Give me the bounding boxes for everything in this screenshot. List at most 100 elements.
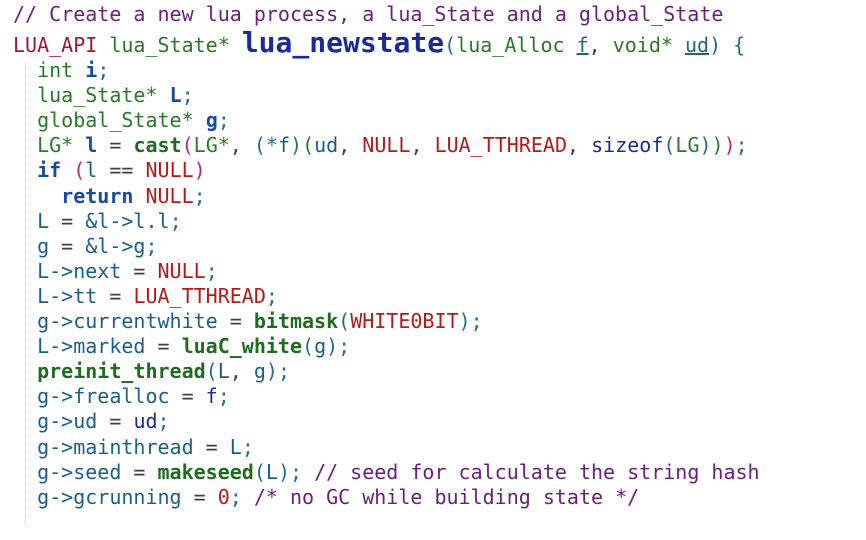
code-token-op: = <box>169 384 206 409</box>
code-line[interactable]: L->next = NULL; <box>13 259 866 284</box>
code-token-member: g->mainthread <box>37 434 194 459</box>
code-token-op <box>13 384 37 408</box>
code-token-op: , <box>338 133 363 158</box>
code-token-punct: ; <box>169 208 182 233</box>
code-token-op: , <box>410 133 435 158</box>
code-line[interactable]: global_State* g; <box>13 108 866 133</box>
code-token-punct: ( <box>663 133 676 158</box>
code-line[interactable]: lua_State* L; <box>13 83 866 108</box>
code-line[interactable]: L->marked = luaC_white(g); <box>13 334 866 359</box>
code-token-op <box>673 33 685 57</box>
code-token-ident: f <box>205 384 218 409</box>
code-token-punct: ( <box>205 359 218 384</box>
code-token-call: bitmask <box>253 309 339 334</box>
code-token-comment: // Create a new lua process, a lua_State… <box>13 2 724 26</box>
code-token-op: = <box>217 309 254 334</box>
code-token-op: = <box>193 434 230 459</box>
code-token-punct: ; <box>265 283 278 308</box>
code-token-op <box>13 284 37 308</box>
code-token-call: luaC_white <box>181 334 303 359</box>
code-token-paren2: ) <box>711 133 724 158</box>
code-token-punct: ; <box>145 233 158 258</box>
code-token-punct: ( <box>302 334 315 359</box>
code-line[interactable]: L->tt = LUA_TTHREAD; <box>13 284 866 309</box>
code-token-macro: LUA_API <box>13 33 98 58</box>
code-token-const: NULL <box>157 258 206 283</box>
code-token-op <box>13 209 37 233</box>
code-token-kw: L <box>169 83 182 108</box>
code-token-call: makeseed <box>157 459 254 484</box>
code-token-member: g <box>314 334 327 359</box>
code-token-punct: ; <box>205 258 218 283</box>
code-token-call: preinit_thread <box>37 359 206 384</box>
code-token-ident: ud <box>133 409 158 434</box>
code-token-member: L->next <box>37 258 122 283</box>
code-token-type: void* <box>612 33 673 58</box>
code-token-type: int <box>37 58 74 83</box>
code-token-member: L <box>217 359 230 384</box>
code-token-op: = <box>145 334 182 359</box>
code-token-member: g->gcrunning <box>37 484 182 509</box>
code-token-punct: ); <box>326 334 351 359</box>
code-token-member: L <box>229 434 242 459</box>
code-token-op: = <box>97 283 134 308</box>
code-token-punct: ; <box>217 108 230 133</box>
code-token-punct: ; <box>181 83 194 108</box>
code-token-member: g->currentwhite <box>37 309 218 334</box>
code-token-kw: l <box>85 133 98 158</box>
code-line[interactable]: g->currentwhite = bitmask(WHITE0BIT); <box>13 309 866 334</box>
code-token-const: NULL <box>145 183 194 208</box>
code-line[interactable]: // Create a new lua process, a lua_State… <box>13 2 866 27</box>
code-token-op <box>565 33 577 57</box>
code-line[interactable]: g->gcrunning = 0; /* no GC while buildin… <box>13 485 866 510</box>
code-token-call: cast <box>133 133 182 158</box>
code-token-op <box>13 359 37 383</box>
code-token-op <box>61 158 73 182</box>
code-token-ident: sizeof <box>591 133 664 158</box>
code-line[interactable]: preinit_thread(L, g); <box>13 359 866 384</box>
code-token-op <box>13 184 61 208</box>
code-token-type: lua_State* <box>37 83 158 108</box>
code-token-punct: ( <box>253 459 266 484</box>
code-token-punct: ; <box>97 58 110 83</box>
code-token-kw: return <box>61 183 134 208</box>
code-token-punct: (* <box>253 133 278 158</box>
code-line[interactable]: g->mainthread = L; <box>13 435 866 460</box>
code-token-member: L <box>265 459 278 484</box>
code-token-punct: ) { <box>709 33 746 58</box>
code-token-op: = <box>97 409 134 434</box>
code-token-op: , <box>229 133 254 158</box>
code-token-op <box>230 33 242 57</box>
code-line[interactable]: L = &l->l.l; <box>13 209 866 234</box>
code-token-op <box>13 485 37 509</box>
code-token-op: = <box>49 233 86 258</box>
code-line[interactable]: g->frealloc = f; <box>13 384 866 409</box>
code-token-punct: ; <box>157 409 170 434</box>
code-token-punct: ( <box>338 309 351 334</box>
code-line[interactable]: g = &l->g; <box>13 234 866 259</box>
code-token-member: f <box>277 133 291 158</box>
code-token-member: ud <box>314 133 339 158</box>
code-token-op <box>13 234 37 258</box>
code-token-op <box>13 133 37 157</box>
code-token-const: WHITE0BIT <box>350 309 459 334</box>
code-token-member: &l->l.l <box>85 208 170 233</box>
code-token-punct: ) <box>699 133 712 158</box>
code-line[interactable]: LG* l = cast(LG*, (*f)(ud, NULL, LUA_TTH… <box>13 133 866 158</box>
code-token-op <box>13 409 37 433</box>
code-token-const: NULL <box>145 158 194 183</box>
code-line[interactable]: if (l == NULL) <box>13 158 866 183</box>
code-token-paren2: ( <box>302 133 315 158</box>
code-token-punct: ) <box>290 133 303 158</box>
code-token-punct: ); <box>458 309 483 334</box>
code-line[interactable]: int i; <box>13 58 866 83</box>
code-line[interactable]: LUA_API lua_State* lua_newstate(lua_Allo… <box>13 27 866 58</box>
code-token-punct: ); <box>277 459 315 484</box>
code-token-op: = <box>181 484 218 509</box>
code-line[interactable]: g->ud = ud; <box>13 409 866 434</box>
code-line[interactable]: g->seed = makeseed(L); // seed for calcu… <box>13 460 866 485</box>
code-token-op <box>97 33 109 57</box>
code-line[interactable]: return NULL; <box>13 184 866 209</box>
code-editor[interactable]: // Create a new lua process, a lua_State… <box>0 0 866 525</box>
code-token-type: global_State* <box>37 108 194 133</box>
